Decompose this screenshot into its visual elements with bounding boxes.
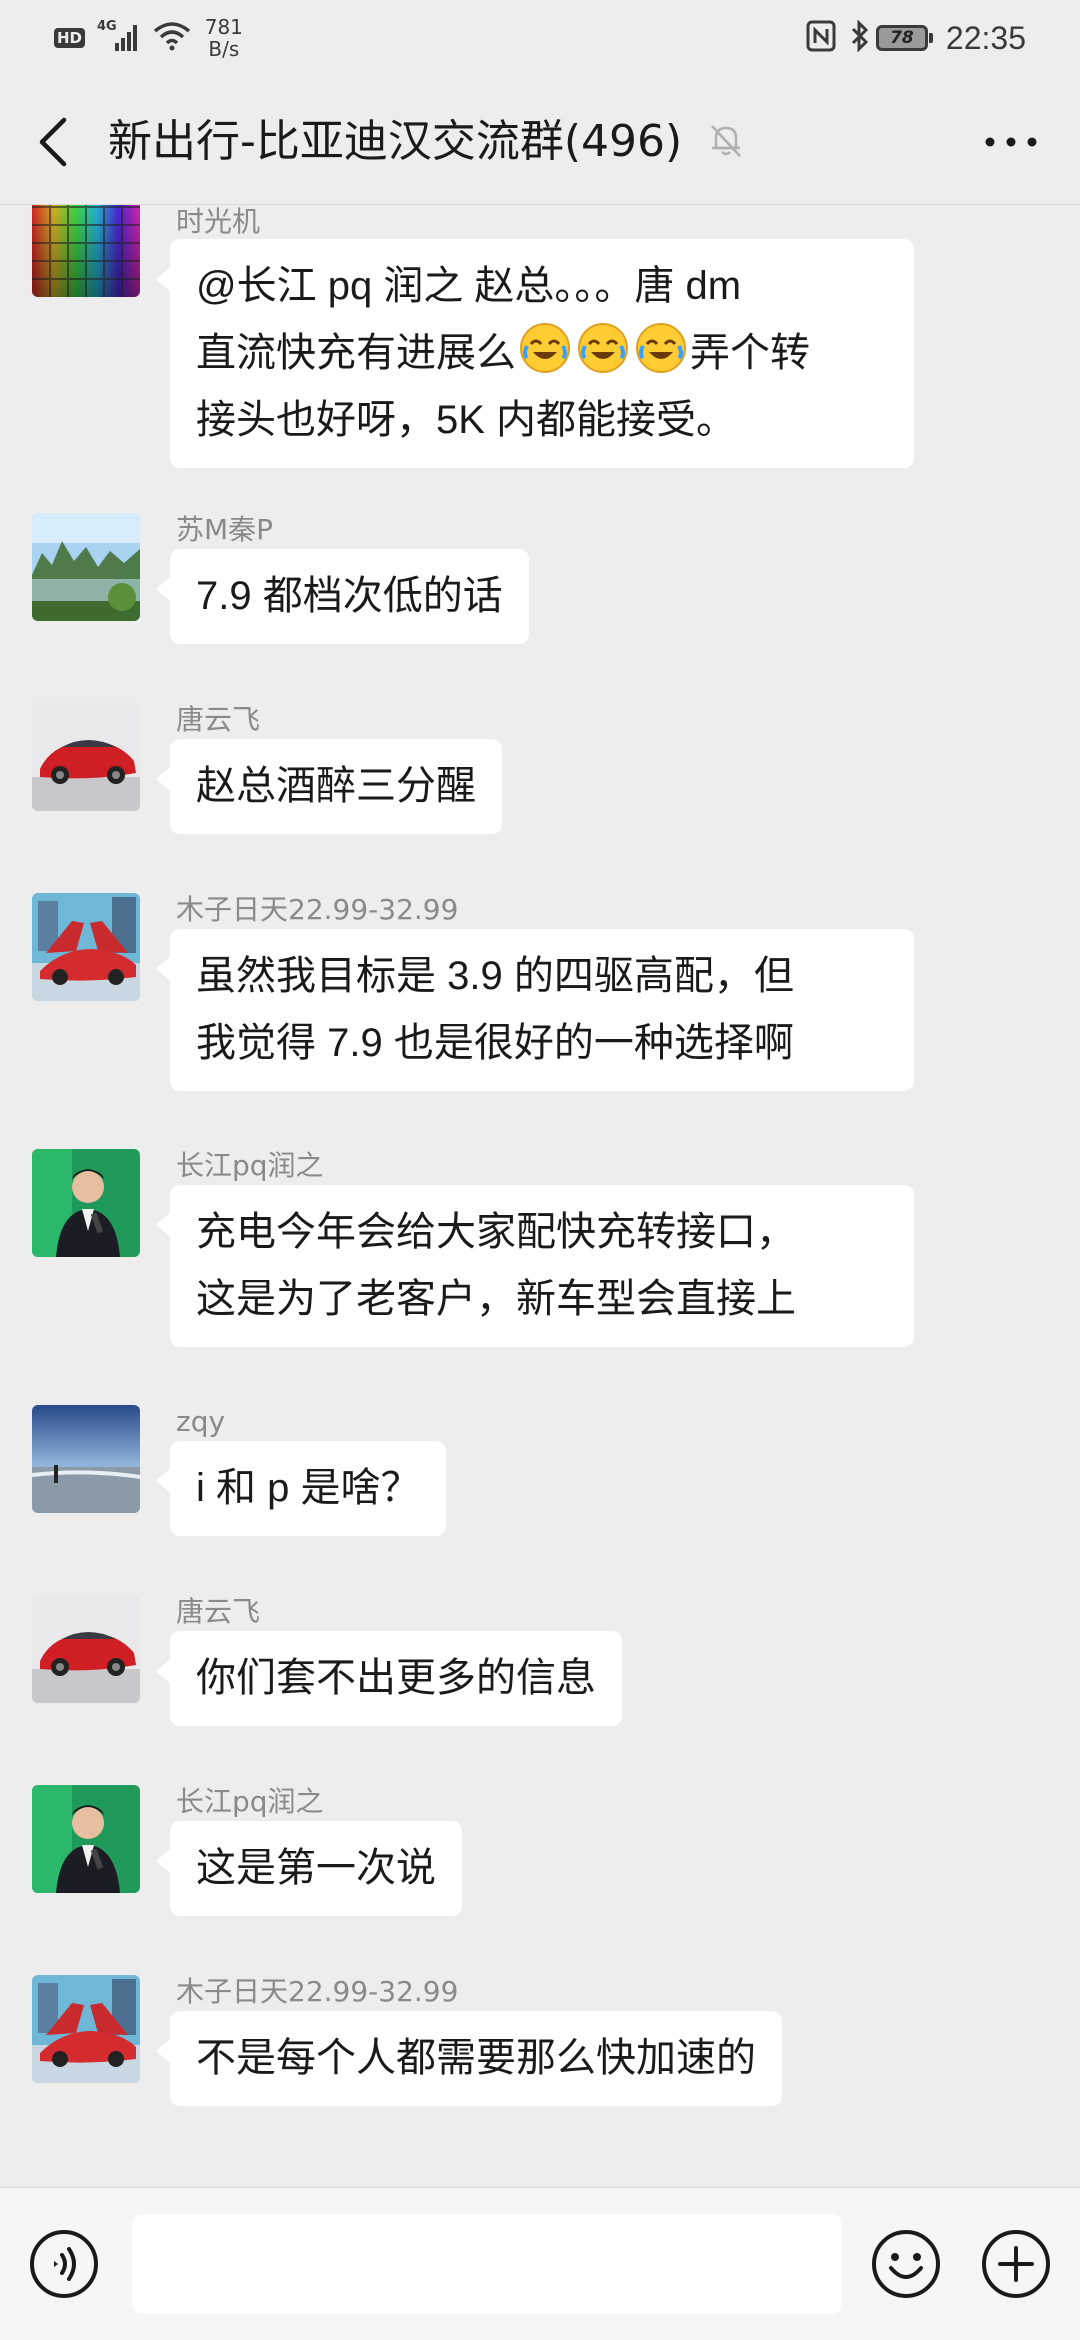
message-bubble[interactable]: i 和 p 是啥？: [155, 1441, 447, 1536]
avatar[interactable]: [32, 1785, 140, 1893]
avatar[interactable]: [32, 513, 140, 621]
message-bubble[interactable]: 不是每个人都需要那么快加速的: [156, 2011, 782, 2106]
sender-name: zqy: [176, 1405, 226, 1438]
clock: 22:35: [945, 19, 1026, 56]
input-bar: [0, 2187, 1080, 2340]
battery-level: 78: [890, 28, 914, 48]
message-line: 这是为了老客户，新车型会直接上: [196, 1277, 796, 1321]
message-bubble[interactable]: 充电今年会给大家配快充转接口， 这是为了老客户，新车型会直接上: [156, 1185, 914, 1347]
message-line: 直流快充有进展么 弄个转: [196, 320, 888, 387]
network-type: 4G: [97, 18, 117, 34]
voice-button[interactable]: [28, 2228, 100, 2300]
message-bubble[interactable]: 虽然我目标是 3.9 的四驱高配，但 我觉得 7.9 也是很好的一种选择啊: [156, 929, 914, 1091]
speed-unit: B/s: [208, 37, 240, 61]
avatar[interactable]: [32, 703, 140, 811]
message-bubble[interactable]: 7.9 都档次低的话: [156, 549, 529, 644]
chat-header: 新出行-比亚迪汉交流群(496): [0, 80, 1080, 204]
sender-name: 苏M秦P: [176, 513, 274, 546]
wifi-icon: [153, 21, 191, 55]
message-text: 弄个转: [690, 331, 810, 375]
avatar[interactable]: [32, 205, 140, 297]
message-bubble[interactable]: 这是第一次说: [156, 1821, 462, 1916]
voice-icon: [30, 2230, 98, 2298]
emoji-button[interactable]: [870, 2228, 942, 2300]
crying-laughing-emoji-icon: [636, 323, 686, 373]
more-button[interactable]: [982, 124, 1040, 160]
sender-name: 时光机: [176, 205, 261, 238]
status-bar: HD 4G 781 B/s 78 22:35: [0, 0, 1080, 76]
message-line: 虽然我目标是 3.9 的四驱高配，但: [196, 954, 794, 998]
bluetooth-icon: [850, 19, 870, 56]
message-bubble[interactable]: 赵总酒醉三分醒: [156, 739, 502, 834]
status-bar-right: 78 22:35: [806, 14, 1026, 62]
back-arrow-icon: [39, 117, 67, 167]
sender-name: 唐云飞: [176, 1595, 261, 1628]
message-text: 7.9 都档次低的话: [196, 574, 503, 618]
status-bar-left: HD 4G 781 B/s: [54, 14, 243, 62]
sender-name: 木子日天22.99-32.99: [176, 1975, 459, 2008]
avatar[interactable]: [32, 1975, 140, 2083]
crying-laughing-emoji-icon: [578, 323, 628, 373]
message-text: 不是每个人都需要那么快加速的: [196, 2036, 756, 2080]
message-line: 接头也好呀，5K 内都能接受。: [196, 398, 737, 442]
message-input[interactable]: [132, 2214, 842, 2314]
battery-icon: 78: [875, 25, 933, 51]
smiley-icon: [872, 2230, 940, 2298]
more-functions-button[interactable]: [980, 2228, 1052, 2300]
crying-laughing-emoji-icon: [520, 323, 570, 373]
sender-name: 长江pq润之: [176, 1785, 324, 1818]
message-text: i 和 p 是啥？: [196, 1466, 421, 1510]
avatar[interactable]: [32, 1149, 140, 1257]
back-button[interactable]: [30, 116, 78, 168]
message-bubble[interactable]: @长江 pq 润之 赵总。。。唐 dm 直流快充有进展么 弄个转 接头也好呀，5K…: [156, 239, 914, 468]
message-text: 直流快充有进展么: [196, 331, 516, 375]
avatar[interactable]: [32, 893, 140, 1001]
signal-icon: [114, 25, 139, 51]
plus-icon: [982, 2230, 1050, 2298]
sender-name: 唐云飞: [176, 703, 261, 736]
message-line: @长江 pq 润之 赵总。。。唐 dm: [196, 264, 742, 308]
avatar[interactable]: [32, 1595, 140, 1703]
message-text: 这是第一次说: [196, 1846, 436, 1890]
network-speed: 781 B/s: [205, 16, 243, 60]
chat-area[interactable]: 时光机 @长江 pq 润之 赵总。。。唐 dm 直流快充有进展么 弄个转 接头也好…: [0, 205, 1080, 2187]
message-line: 充电今年会给大家配快充转接口，: [196, 1210, 796, 1254]
hd-badge: HD: [54, 28, 86, 48]
message-bubble[interactable]: 你们套不出更多的信息: [156, 1631, 622, 1726]
sender-name: 长江pq润之: [176, 1149, 324, 1182]
message-text: 你们套不出更多的信息: [196, 1656, 596, 1700]
avatar[interactable]: [32, 1405, 140, 1513]
message-line: 我觉得 7.9 也是很好的一种选择啊: [196, 1021, 794, 1065]
sender-name: 木子日天22.99-32.99: [176, 893, 459, 926]
more-dots-icon: [985, 137, 1037, 147]
nfc-icon: [806, 20, 836, 56]
message-text: 赵总酒醉三分醒: [196, 764, 476, 808]
speed-value: 781: [204, 15, 243, 39]
chat-title: 新出行-比亚迪汉交流群(496): [108, 116, 683, 167]
mute-icon: [706, 120, 746, 164]
